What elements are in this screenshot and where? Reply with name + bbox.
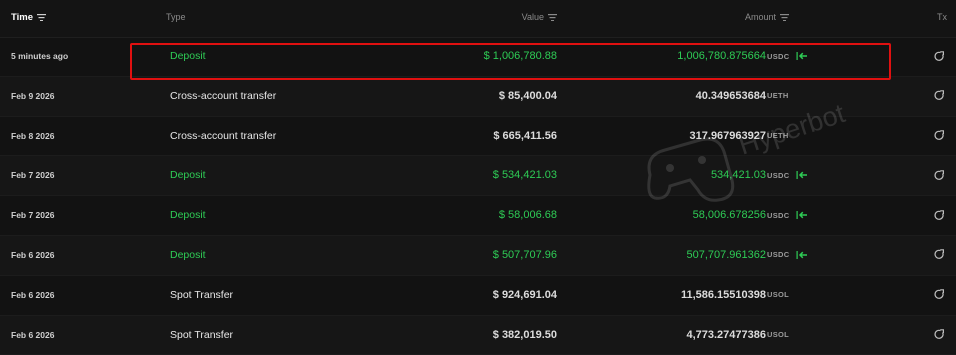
table-row: Feb 7 2026 Deposit $ 58,006.68 58,006.67…	[0, 196, 956, 236]
table-row: Feb 7 2026 Deposit $ 534,421.03 534,421.…	[0, 156, 956, 197]
row-unit: USOL	[767, 330, 790, 340]
column-header-amount-label: Amount	[744, 12, 776, 22]
row-time: Feb 7 2026	[11, 210, 55, 221]
table-row: Feb 6 2026 Deposit $ 507,707.96 507,707.…	[0, 235, 956, 276]
row-amount: 534,421.03	[710, 169, 766, 182]
table-row: Feb 6 2026 Spot Transfer $ 382,019.50 4,…	[0, 315, 956, 355]
arrow-in-icon	[796, 156, 808, 194]
row-type: Deposit	[170, 248, 206, 261]
row-time: Feb 9 2026	[11, 90, 55, 101]
row-amount: 11,586.15510398	[680, 288, 766, 301]
external-link-icon[interactable]	[934, 276, 946, 314]
row-time: Feb 6 2026	[11, 329, 55, 340]
table-row: 5 minutes ago Deposit $ 1,006,780.88 1,0…	[0, 37, 956, 77]
row-value: $ 924,691.04	[492, 288, 557, 301]
row-value: $ 1,006,780.88	[483, 50, 557, 62]
row-type: Spot Transfer	[170, 288, 234, 301]
row-unit: USDC	[767, 210, 790, 220]
row-type: Deposit	[170, 50, 206, 62]
row-value: $ 534,421.03	[492, 169, 557, 182]
row-unit: USDC	[767, 170, 790, 180]
row-time: Feb 6 2026	[11, 289, 55, 300]
row-time: Feb 6 2026	[11, 249, 55, 260]
row-amount: 58,006.678256	[692, 209, 766, 222]
row-unit: USDC	[767, 51, 790, 61]
column-header-value-label: Value	[521, 12, 544, 22]
row-amount: 1,006,780.875664	[677, 50, 766, 62]
column-header-tx: Tx	[937, 12, 947, 22]
row-value: $ 58,006.68	[498, 209, 557, 222]
row-value: $ 507,707.96	[492, 248, 557, 261]
column-header-type-label: Type	[166, 12, 186, 22]
row-type: Cross-account transfer	[170, 89, 277, 102]
column-header-type: Type	[166, 12, 186, 22]
column-header-tx-label: Tx	[937, 12, 947, 22]
column-header-value[interactable]: Value	[480, 12, 557, 22]
row-time: Feb 7 2026	[11, 170, 55, 181]
arrow-in-icon	[796, 236, 808, 274]
arrow-in-icon	[796, 37, 808, 75]
sort-icon[interactable]	[548, 13, 557, 21]
row-value: $ 382,019.50	[492, 328, 557, 341]
external-link-icon[interactable]	[934, 77, 946, 115]
row-time: 5 minutes ago	[11, 51, 69, 61]
column-header-time-label: Time	[11, 12, 34, 23]
external-link-icon[interactable]	[934, 196, 946, 234]
row-value: $ 665,411.56	[493, 129, 557, 142]
external-link-icon[interactable]	[934, 117, 946, 155]
transaction-table-body: 5 minutes ago Deposit $ 1,006,780.88 1,0…	[0, 37, 956, 355]
row-value: $ 85,400.04	[498, 89, 557, 102]
row-time: Feb 8 2026	[11, 130, 55, 141]
sort-icon[interactable]	[37, 14, 47, 21]
row-unit: UETH	[767, 91, 789, 101]
external-link-icon[interactable]	[934, 156, 946, 194]
table-row: Feb 6 2026 Spot Transfer $ 924,691.04 11…	[0, 276, 956, 316]
row-type: Spot Transfer	[170, 328, 234, 341]
row-unit: USDC	[767, 250, 790, 260]
row-type: Deposit	[170, 209, 206, 222]
external-link-icon[interactable]	[934, 236, 946, 274]
table-header: Time Type Value Amount Tx	[0, 0, 956, 38]
row-type: Deposit	[170, 169, 206, 182]
row-amount: 40.349653684	[695, 89, 766, 102]
sort-icon[interactable]	[780, 13, 789, 21]
row-amount: 507,707.961362	[686, 248, 766, 261]
external-link-icon[interactable]	[934, 37, 946, 75]
arrow-in-icon	[796, 196, 808, 234]
row-unit: USOL	[767, 290, 790, 300]
row-type: Cross-account transfer	[170, 129, 277, 142]
column-header-time[interactable]: Time	[11, 12, 47, 23]
external-link-icon[interactable]	[934, 316, 946, 354]
row-amount: 4,773.27477386	[686, 328, 766, 341]
column-header-amount[interactable]: Amount	[700, 12, 789, 22]
